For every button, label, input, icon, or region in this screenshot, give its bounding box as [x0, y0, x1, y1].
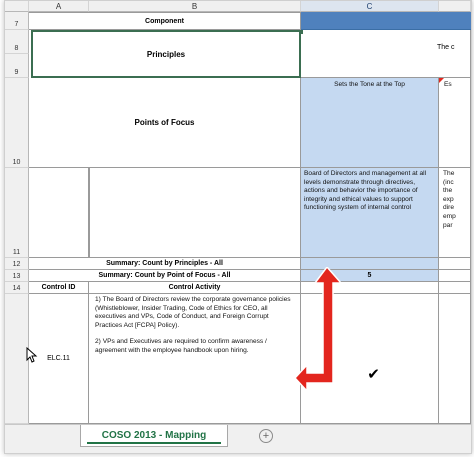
tab-label: COSO 2013 - Mapping — [101, 430, 207, 441]
fill-handle[interactable] — [299, 30, 303, 34]
row-header-10[interactable]: 10 — [5, 78, 29, 168]
focus-d-line: emp — [443, 212, 456, 220]
mouse-cursor-icon — [26, 347, 38, 363]
sheet-tab-bar: COSO 2013 - Mapping + — [5, 424, 471, 453]
control-activity-cell[interactable]: 1) The Board of Directors review the cor… — [89, 294, 301, 424]
focus-description-cell-c[interactable]: Board of Directors and management at all… — [301, 168, 439, 258]
add-sheet-button[interactable]: + — [259, 429, 273, 443]
column-header-b[interactable]: B — [89, 1, 301, 12]
focus-d-line: (inc — [443, 178, 454, 186]
focus-description-c: Board of Directors and management at all… — [304, 170, 427, 212]
control-id-cell[interactable]: ELC.11 — [29, 294, 89, 424]
principles-value-cell[interactable]: The c — [301, 30, 471, 78]
focus-d-line: the — [443, 187, 453, 195]
column-header-c[interactable]: C — [301, 1, 439, 12]
select-all-corner[interactable] — [5, 1, 29, 12]
focus-d-line: The — [443, 170, 455, 177]
spreadsheet-window: A B C 7 8 9 10 11 12 13 14 Component Pri… — [4, 0, 472, 454]
focus-title-cell-c[interactable]: Sets the Tone at the Top — [301, 78, 439, 168]
principles-header-cell[interactable]: Principles — [31, 30, 301, 78]
focus-d-line: par — [443, 221, 453, 229]
row-header-11[interactable]: 11 — [5, 168, 29, 258]
focus-d-line: exp — [443, 195, 454, 203]
row-header-14[interactable]: 14 — [5, 282, 29, 294]
principles-partial-text: The c — [437, 44, 455, 51]
points-of-focus-a-cell[interactable] — [29, 168, 89, 258]
summary-principles-value-d[interactable] — [439, 258, 471, 270]
column-header-a[interactable]: A — [29, 1, 89, 12]
row-header-9[interactable]: 9 — [5, 54, 29, 78]
focus-d-line: dire — [443, 204, 454, 212]
control-id-header[interactable]: Control ID — [29, 282, 89, 294]
control-activity-paragraph-1: 1) The Board of Directors review the cor… — [95, 296, 291, 329]
summary-focus-label[interactable]: Summary: Count by Point of Focus - All — [29, 270, 301, 282]
component-value-cell[interactable] — [301, 12, 471, 30]
row-header-12[interactable]: 12 — [5, 258, 29, 270]
focus-title-cell-d[interactable]: Es — [439, 78, 471, 168]
focus-description-cell-d[interactable]: The (inc the exp dire emp par — [439, 168, 471, 258]
focus-description-d-partial: The (inc the exp dire emp par — [439, 168, 470, 230]
row14-d-cell[interactable] — [439, 282, 471, 294]
summary-focus-value-d[interactable] — [439, 270, 471, 282]
row-header-13[interactable]: 13 — [5, 270, 29, 282]
focus-title-c: Sets the Tone at the Top — [334, 81, 405, 88]
row-header-8[interactable]: 8 — [5, 30, 29, 54]
summary-principles-label[interactable]: Summary: Count by Principles - All — [29, 258, 301, 270]
mapping-d-cell[interactable] — [439, 294, 471, 424]
points-of-focus-b-cell[interactable] — [89, 168, 301, 258]
control-activity-paragraph-2: 2) VPs and Executives are required to co… — [95, 338, 267, 354]
check-mark-icon: ✔ — [367, 365, 380, 383]
row-header-7[interactable]: 7 — [5, 12, 29, 30]
focus-title-d-partial: Es — [444, 81, 452, 88]
tab-coso-2013-mapping[interactable]: COSO 2013 - Mapping — [80, 425, 228, 447]
column-header-d[interactable] — [439, 1, 471, 12]
control-activity-header[interactable]: Control Activity — [89, 282, 301, 294]
points-of-focus-header-cell[interactable]: Points of Focus — [29, 78, 301, 168]
red-annotation-arrow-icon — [295, 267, 343, 393]
component-header-cell[interactable]: Component — [29, 12, 301, 30]
